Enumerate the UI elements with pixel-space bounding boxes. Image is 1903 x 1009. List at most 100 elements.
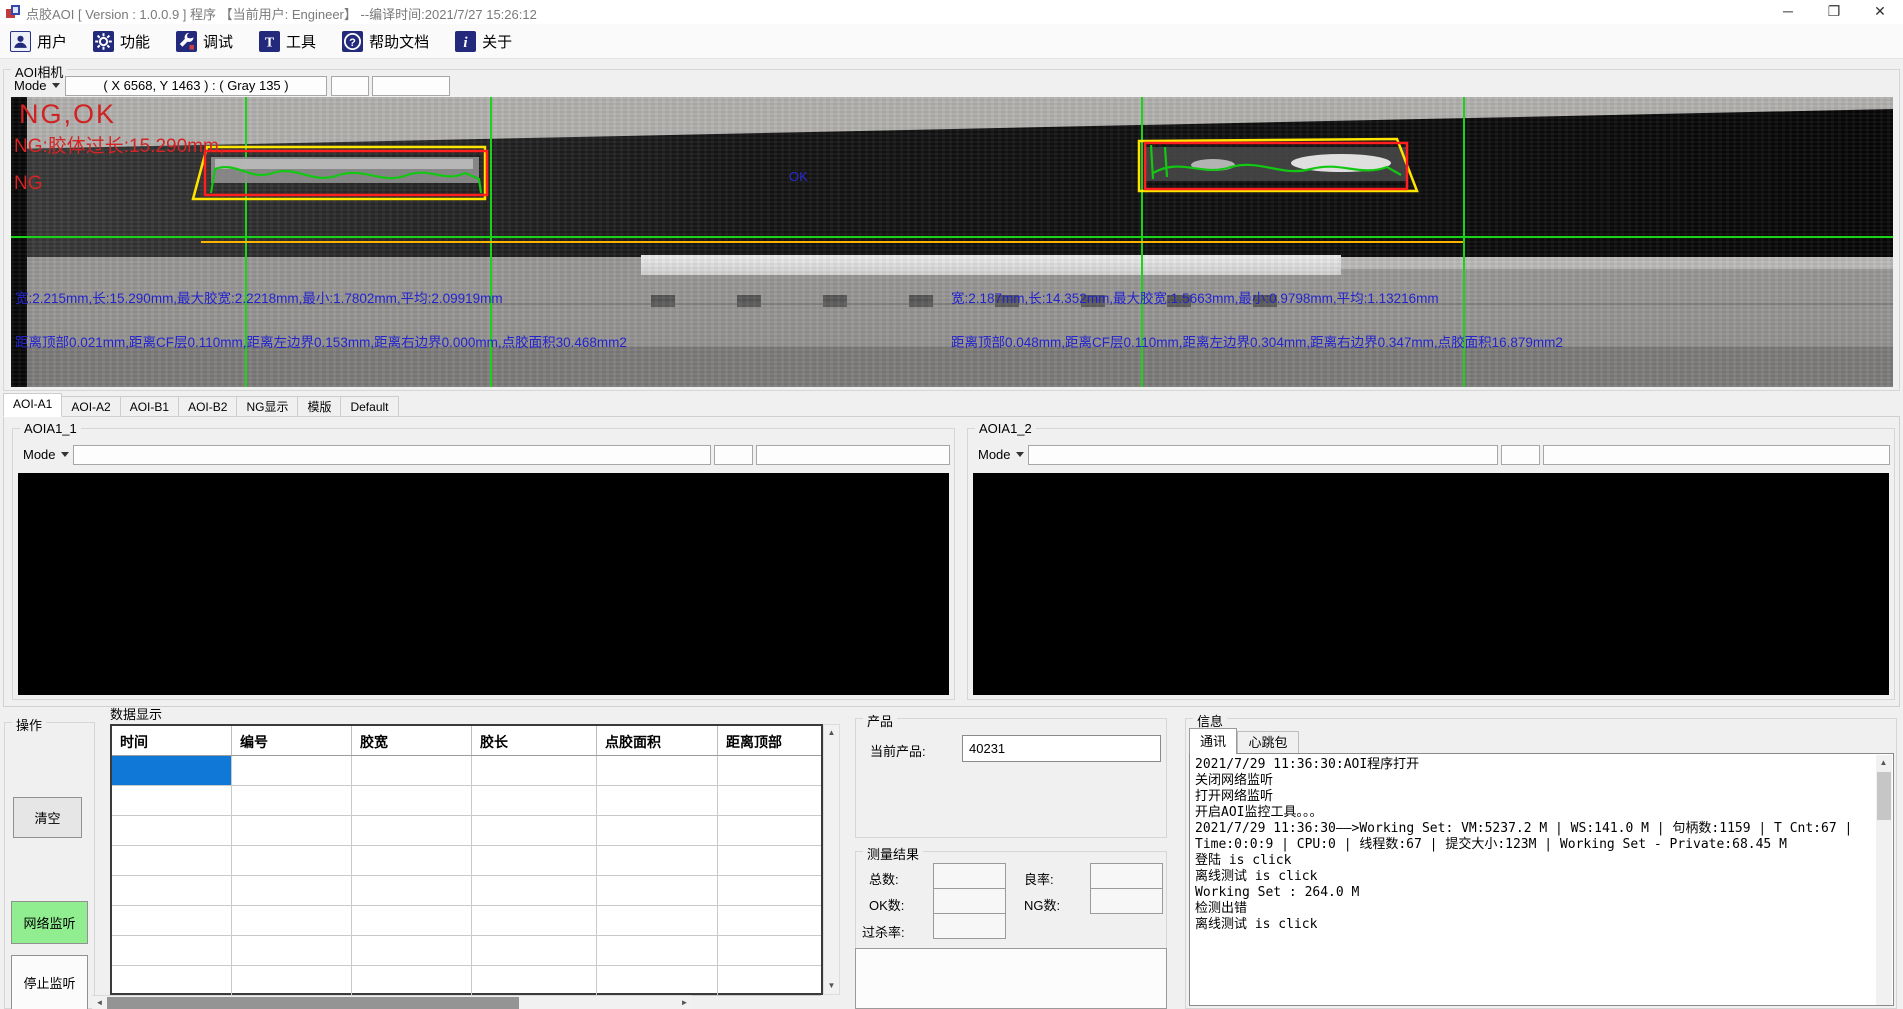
table-cell[interactable] (597, 786, 718, 816)
scroll-up-icon[interactable]: ▲ (824, 725, 839, 741)
table-cell[interactable] (472, 936, 597, 966)
column-header-time[interactable]: 时间 (112, 726, 232, 755)
table-cell[interactable] (352, 816, 472, 846)
tab-communication[interactable]: 通讯 (1189, 728, 1237, 754)
panel-left-image-canvas[interactable] (18, 473, 949, 695)
panel-left-mode-dropdown[interactable]: Mode (19, 445, 73, 464)
table-cell[interactable] (718, 906, 821, 936)
table-cell[interactable] (597, 876, 718, 906)
table-cell[interactable] (597, 936, 718, 966)
table-cell[interactable] (472, 846, 597, 876)
maximize-icon[interactable]: ❐ (1811, 0, 1857, 24)
tab-aoi-b2[interactable]: AOI-B2 (179, 396, 237, 417)
log-vertical-scrollbar[interactable]: ▲ (1876, 755, 1892, 1006)
table-cell[interactable] (112, 846, 232, 876)
stop-listen-button[interactable]: 停止监听 (11, 955, 88, 1009)
table-cell[interactable] (597, 906, 718, 936)
table-cell[interactable] (472, 876, 597, 906)
toolbar-item-user[interactable]: 用户 (10, 31, 67, 52)
table-cell[interactable] (597, 846, 718, 876)
tab-default[interactable]: Default (341, 396, 398, 417)
panel-right-field-3[interactable] (1543, 445, 1890, 465)
column-header-glue-width[interactable]: 胶宽 (352, 726, 472, 755)
table-cell[interactable] (718, 846, 821, 876)
panel-left-field-1[interactable] (73, 445, 711, 465)
panel-right-field-2[interactable] (1501, 445, 1540, 465)
camera-mode-dropdown[interactable]: Mode (10, 76, 64, 95)
table-row[interactable] (112, 756, 821, 786)
toolbar-item-function[interactable]: 功能 (93, 31, 150, 52)
table-cell[interactable] (112, 966, 232, 996)
table-cell[interactable] (112, 786, 232, 816)
table-cell[interactable] (718, 756, 821, 786)
table-cell[interactable] (352, 756, 472, 786)
table-cell[interactable] (597, 756, 718, 786)
table-cell[interactable] (718, 936, 821, 966)
panel-left-field-3[interactable] (756, 445, 950, 465)
table-row[interactable] (112, 816, 821, 846)
table-cell[interactable] (597, 966, 718, 996)
network-listen-button[interactable]: 网络监听 (11, 901, 88, 944)
table-cell[interactable] (352, 786, 472, 816)
toolbar-item-about[interactable]: i 关于 (455, 31, 512, 52)
table-row[interactable] (112, 936, 821, 966)
table-cell[interactable] (472, 816, 597, 846)
camera-viewport[interactable]: NG,OK NG:胶体过长:15.290mm, NG OK 宽:2.215mm,… (11, 97, 1893, 387)
tab-ng-display[interactable]: NG显示 (237, 396, 298, 417)
table-cell[interactable] (718, 876, 821, 906)
log-scroll-thumb[interactable] (1877, 772, 1891, 820)
table-cell[interactable] (112, 876, 232, 906)
toolbar-item-tools[interactable]: T 工具 (259, 31, 316, 52)
table-cell[interactable] (472, 906, 597, 936)
table-cell[interactable] (232, 936, 352, 966)
table-cell[interactable] (718, 966, 821, 996)
table-row[interactable] (112, 906, 821, 936)
table-vertical-scrollbar[interactable]: ▲ ▼ (823, 724, 840, 995)
column-header-glue-length[interactable]: 胶长 (472, 726, 597, 755)
scroll-down-icon[interactable]: ▼ (824, 978, 839, 994)
panel-left-field-2[interactable] (714, 445, 753, 465)
minimize-icon[interactable]: ─ (1765, 0, 1811, 24)
table-cell[interactable] (232, 786, 352, 816)
table-cell[interactable] (472, 756, 597, 786)
communication-log[interactable]: 2021/7/29 11:36:30:AOI程序打开 关闭网络监听 打开网络监听… (1189, 753, 1894, 1006)
table-cell[interactable] (352, 936, 472, 966)
table-row[interactable] (112, 966, 821, 996)
table-cell[interactable] (232, 876, 352, 906)
toolbar-item-debug[interactable]: 调试 (176, 31, 233, 52)
table-cell[interactable] (112, 906, 232, 936)
table-row[interactable] (112, 786, 821, 816)
table-cell[interactable] (718, 816, 821, 846)
toolbar-item-help[interactable]: ? 帮助文档 (342, 31, 429, 52)
camera-field-3[interactable] (372, 76, 450, 96)
scroll-up-icon[interactable]: ▲ (1876, 755, 1891, 771)
table-cell[interactable] (232, 966, 352, 996)
column-header-distance-top[interactable]: 距离顶部 (718, 726, 821, 755)
table-cell[interactable] (232, 756, 352, 786)
tab-aoi-b1[interactable]: AOI-B1 (121, 396, 179, 417)
scroll-right-icon[interactable]: ► (677, 996, 692, 1009)
close-icon[interactable]: ✕ (1857, 0, 1903, 24)
tab-aoi-a1[interactable]: AOI-A1 (3, 393, 62, 417)
panel-right-mode-dropdown[interactable]: Mode (974, 445, 1028, 464)
clear-button[interactable]: 清空 (13, 797, 82, 838)
table-row[interactable] (112, 846, 821, 876)
table-cell[interactable] (232, 816, 352, 846)
hscroll-thumb[interactable] (107, 997, 519, 1009)
table-cell[interactable] (232, 906, 352, 936)
current-product-input[interactable]: 40231 (962, 735, 1161, 762)
panel-right-image-canvas[interactable] (973, 473, 1889, 695)
table-cell-selected[interactable] (112, 756, 232, 786)
table-cell[interactable] (352, 906, 472, 936)
tab-heartbeat[interactable]: 心跳包 (1237, 731, 1299, 754)
camera-field-2[interactable] (331, 76, 369, 96)
table-cell[interactable] (112, 816, 232, 846)
tab-aoi-a2[interactable]: AOI-A2 (62, 396, 120, 417)
table-cell[interactable] (352, 966, 472, 996)
tab-template[interactable]: 模版 (298, 396, 341, 417)
scroll-left-icon[interactable]: ◄ (92, 996, 107, 1009)
table-cell[interactable] (597, 816, 718, 846)
table-cell[interactable] (472, 966, 597, 996)
column-header-glue-area[interactable]: 点胶面积 (597, 726, 718, 755)
table-cell[interactable] (472, 786, 597, 816)
